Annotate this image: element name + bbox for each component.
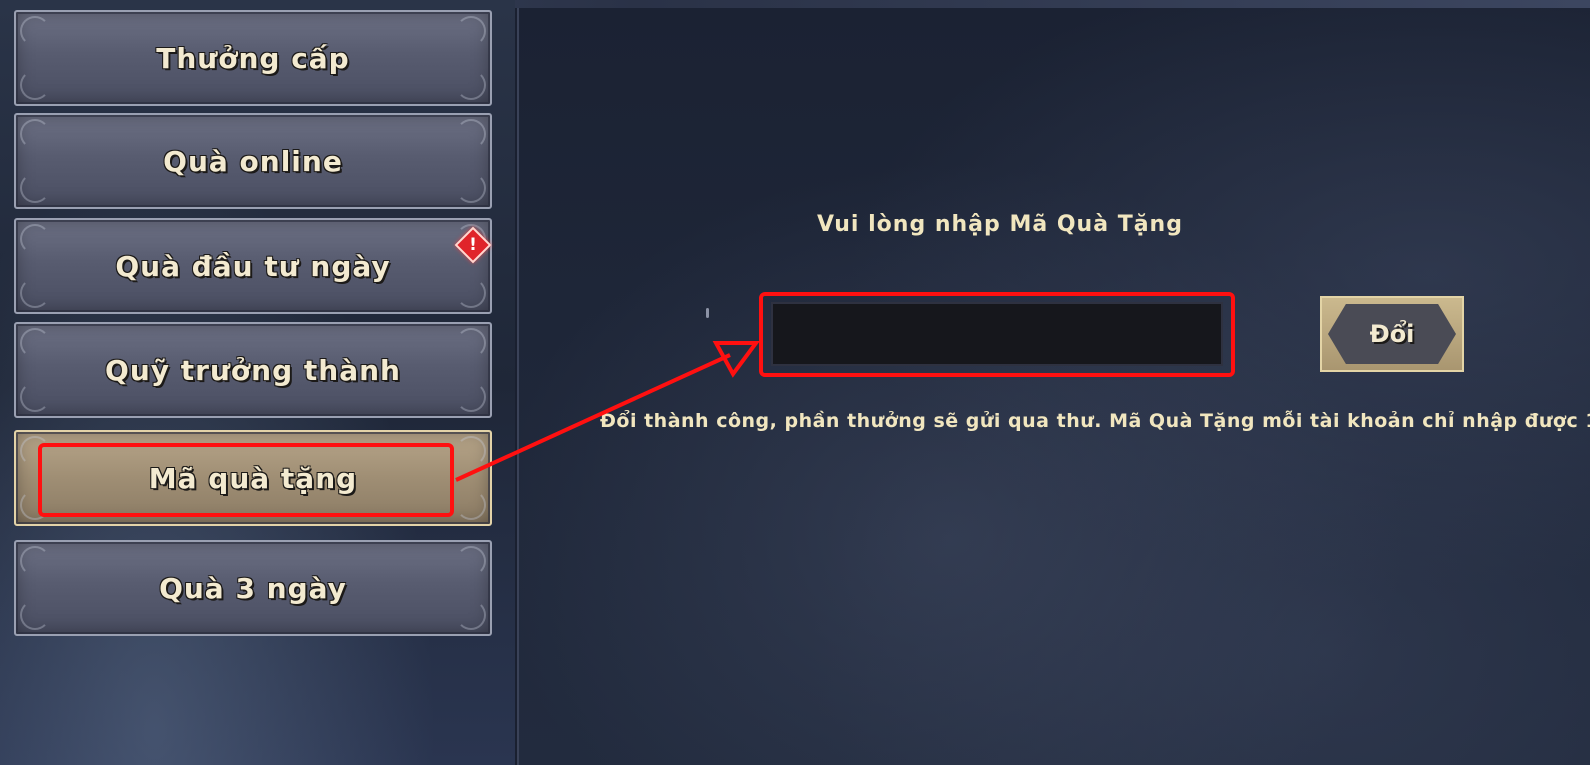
corner-ornament	[456, 490, 486, 520]
corner-ornament	[20, 224, 50, 254]
corner-ornament	[456, 328, 486, 358]
sidebar-item-label: Quà đầu tư ngày	[115, 249, 391, 283]
corner-ornament	[456, 600, 486, 630]
corner-ornament	[456, 119, 486, 149]
decorative-speck	[706, 308, 709, 318]
redeem-button[interactable]: Đổi	[1320, 296, 1464, 372]
corner-ornament	[20, 600, 50, 630]
corner-ornament	[456, 546, 486, 576]
redeem-button-label: Đổi	[1369, 320, 1415, 348]
corner-ornament	[20, 16, 50, 46]
corner-ornament	[456, 436, 486, 466]
corner-ornament	[20, 382, 50, 412]
content-panel	[517, 8, 1590, 765]
sidebar-item-label: Quà online	[163, 144, 343, 178]
corner-ornament	[456, 382, 486, 412]
gift-code-input[interactable]	[771, 302, 1223, 366]
sidebar-item-online-gift[interactable]: Quà online	[14, 113, 492, 209]
corner-ornament	[456, 16, 486, 46]
sidebar-item-growth-fund[interactable]: Quỹ trưởng thành	[14, 322, 492, 418]
sidebar-item-daily-investment[interactable]: Quà đầu tư ngày !	[14, 218, 492, 314]
corner-ornament	[20, 436, 50, 466]
corner-ornament	[20, 546, 50, 576]
corner-ornament	[456, 70, 486, 100]
corner-ornament	[20, 490, 50, 520]
redeem-info-note: Đổi thành công, phần thưởng sẽ gửi qua t…	[600, 410, 1590, 432]
corner-ornament	[20, 328, 50, 358]
sidebar-item-label: Thưởng cấp	[156, 41, 350, 75]
corner-ornament	[20, 278, 50, 308]
gift-code-prompt: Vui lòng nhập Mã Quà Tặng	[817, 212, 1183, 237]
sidebar-item-level-reward[interactable]: Thưởng cấp	[14, 10, 492, 106]
sidebar-item-label: Mã quà tặng	[148, 461, 358, 495]
sidebar-item-label: Quỹ trưởng thành	[105, 353, 401, 387]
corner-ornament	[456, 173, 486, 203]
sidebar-item-label: Quà 3 ngày	[159, 571, 347, 605]
corner-ornament	[20, 173, 50, 203]
sidebar-item-gift-code[interactable]: Mã quà tặng	[14, 430, 492, 526]
corner-ornament	[456, 278, 486, 308]
sidebar-item-3-day-gift[interactable]: Quà 3 ngày	[14, 540, 492, 636]
alert-symbol: !	[469, 235, 477, 255]
corner-ornament	[20, 119, 50, 149]
corner-ornament	[20, 70, 50, 100]
